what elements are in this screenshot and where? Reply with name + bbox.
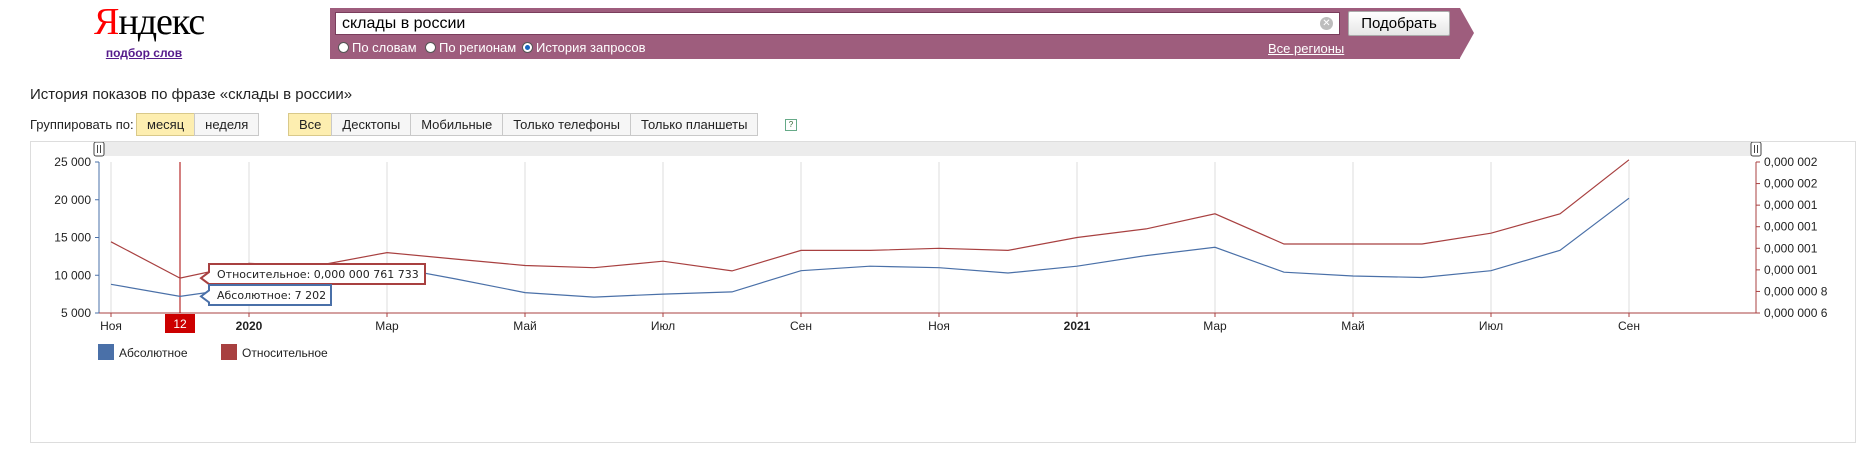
- device-filter: Все Десктопы Мобильные Только телефоны Т…: [288, 113, 759, 136]
- yandex-logo[interactable]: Яндекс подбор слов: [94, 1, 205, 60]
- logo-subtitle-link[interactable]: подбор слов: [94, 46, 194, 60]
- y-left-tick-label: 10 000: [54, 268, 91, 282]
- tooltip-absolute-text: Абсолютное: 7 202: [217, 289, 326, 302]
- x-tick-label: 2021: [1064, 319, 1091, 333]
- grouping-label: Группировать по:: [30, 117, 134, 132]
- y-right-tick-label: 0,000 000 6: [1764, 306, 1828, 320]
- legend-swatch-absolute: [98, 344, 114, 360]
- y-right-tick-label: 0,000 001: [1764, 263, 1818, 277]
- legend-swatch-relative: [221, 344, 237, 360]
- x-tick-label: Сен: [790, 319, 812, 333]
- group-month-button[interactable]: месяц: [136, 113, 196, 136]
- y-right-tick-label: 0,000 001: [1764, 220, 1818, 234]
- grouping-toggle: месяц неделя: [136, 113, 260, 136]
- radio-dot-icon: [425, 42, 436, 53]
- radio-dot-icon: [338, 42, 349, 53]
- x-tick-label: Ноя: [100, 319, 122, 333]
- x-tick-label: 2020: [236, 319, 263, 333]
- range-handle-right: [1750, 142, 1762, 157]
- history-chart: 5 000 10 000 15 000 20 000 25 000 0,000 000 6…: [54, 142, 1828, 360]
- series-line-relative: [110, 159, 1630, 279]
- y-left-tick-label: 25 000: [54, 155, 91, 169]
- x-tick-label: Июл: [1479, 319, 1503, 333]
- search-input[interactable]: [336, 13, 1308, 34]
- radio-history[interactable]: История запросов: [522, 40, 646, 55]
- search-bar: ✕ Подобрать По словам По регионам Истори…: [330, 8, 1474, 59]
- y-right-tick-label: 0,000 000 8: [1764, 284, 1828, 298]
- chart-panel: 5 000 10 000 15 000 20 000 25 000 0,000 000 6…: [30, 141, 1856, 443]
- y-left-tick-label: 20 000: [54, 193, 91, 207]
- query-box: ✕: [335, 12, 1340, 35]
- range-handle-left: [93, 142, 105, 157]
- y-right-tick-label: 0,000 002: [1764, 177, 1818, 191]
- device-mobile-button[interactable]: Мобильные: [410, 113, 504, 136]
- x-tick-label: Мар: [375, 319, 399, 333]
- highlight-marker-label: 12: [173, 317, 187, 331]
- group-week-button[interactable]: неделя: [194, 113, 260, 136]
- submit-button[interactable]: Подобрать: [1348, 11, 1450, 36]
- y-right-tick-label: 0,000 002: [1764, 155, 1818, 169]
- tooltip-relative-text: Относительное: 0,000 000 761 733: [217, 268, 419, 281]
- radio-by-regions[interactable]: По регионам: [425, 40, 516, 55]
- x-tick-label: Июл: [651, 319, 675, 333]
- x-tick-label: Ноя: [928, 319, 950, 333]
- radio-by-words[interactable]: По словам: [338, 40, 417, 55]
- device-desktop-button[interactable]: Десктопы: [331, 113, 412, 136]
- all-regions-link[interactable]: Все регионы: [1268, 41, 1344, 56]
- x-tick-label: Сен: [1618, 319, 1640, 333]
- range-strip: [99, 142, 1756, 156]
- legend-label-relative: Относительное: [242, 346, 328, 360]
- x-tick-label: Май: [1341, 319, 1365, 333]
- device-tablets-button[interactable]: Только планшеты: [630, 113, 759, 136]
- logo-text: Яндекс: [94, 1, 205, 43]
- y-right-tick-label: 0,000 001: [1764, 241, 1818, 255]
- tooltip-relative: Относительное: 0,000 000 761 733: [199, 263, 426, 287]
- x-tick-label: Мар: [1203, 319, 1227, 333]
- y-right-tick-label: 0,000 001: [1764, 198, 1818, 212]
- x-tick-label: Май: [513, 319, 537, 333]
- legend-label-absolute: Абсолютное: [119, 346, 188, 360]
- device-all-button[interactable]: Все: [288, 113, 333, 136]
- help-icon[interactable]: ?: [785, 119, 797, 131]
- device-phones-button[interactable]: Только телефоны: [502, 113, 632, 136]
- y-left-tick-label: 15 000: [54, 231, 91, 245]
- tooltip-absolute: Абсолютное: 7 202: [199, 284, 332, 306]
- clear-icon[interactable]: ✕: [1320, 17, 1333, 30]
- radio-dot-selected-icon: [522, 42, 533, 53]
- page-title: История показов по фразе «склады в росси…: [30, 86, 353, 103]
- y-left-tick-label: 5 000: [61, 306, 91, 320]
